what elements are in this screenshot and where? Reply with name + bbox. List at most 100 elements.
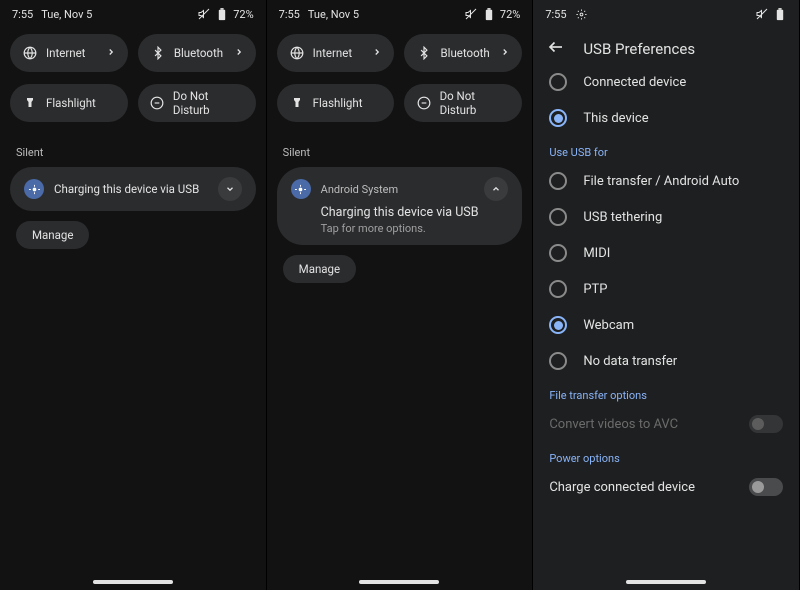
pane-notifications-collapsed: 7:55 Tue, Nov 5 72% Internet [0, 0, 267, 590]
radio-webcam[interactable]: Webcam [533, 307, 799, 343]
status-date: Tue, Nov 5 [41, 8, 92, 21]
notification-subtitle: Tap for more options. [321, 222, 509, 235]
radio-icon [549, 172, 567, 190]
chevron-right-icon [234, 46, 244, 60]
chevron-right-icon [372, 46, 382, 60]
notification-title: Charging this device via USB [321, 205, 509, 220]
radio-midi[interactable]: MIDI [533, 235, 799, 271]
qs-dnd[interactable]: Do Not Disturb [404, 84, 522, 122]
radio-this-device[interactable]: This device [533, 100, 799, 136]
section-silent: Silent [267, 128, 533, 167]
nav-pill[interactable] [93, 580, 173, 584]
radio-icon [549, 244, 567, 262]
android-system-icon [291, 179, 311, 199]
android-system-icon [24, 179, 44, 199]
qs-flashlight[interactable]: Flashlight [10, 84, 128, 122]
chevron-right-icon [106, 46, 116, 60]
page-title: USB Preferences [583, 40, 695, 58]
settings-status-icon [575, 7, 589, 21]
radio-icon [549, 73, 567, 91]
subheader-power-options: Power options [533, 442, 799, 469]
radio-label: USB tethering [583, 210, 662, 225]
status-time: 7:55 [545, 8, 566, 21]
app-bar: USB Preferences [533, 28, 799, 70]
radio-label: PTP [583, 282, 607, 297]
radio-label: MIDI [583, 246, 610, 261]
qs-bluetooth-label: Bluetooth [440, 46, 489, 60]
qs-flashlight[interactable]: Flashlight [277, 84, 395, 122]
expand-button[interactable] [218, 177, 242, 201]
convert-videos-option: Convert videos to AVC [533, 406, 799, 442]
radio-connected-device[interactable]: Connected device [533, 70, 799, 100]
qs-bluetooth[interactable]: Bluetooth [404, 34, 522, 72]
setting-label: Charge connected device [549, 480, 695, 495]
status-date: Tue, Nov 5 [308, 8, 359, 21]
flashlight-icon [289, 95, 305, 111]
status-battery: 72% [233, 8, 253, 21]
dnd-icon [416, 95, 431, 111]
status-time: 7:55 [279, 8, 300, 21]
qs-flashlight-label: Flashlight [313, 96, 363, 110]
status-bar: 7:55 Tue, Nov 5 72% [267, 0, 533, 28]
qs-row-1: Internet Bluetooth [0, 28, 266, 78]
bluetooth-icon [150, 45, 166, 61]
radio-label: No data transfer [583, 354, 677, 369]
radio-icon [549, 352, 567, 370]
radio-label: This device [583, 111, 648, 126]
qs-dnd-label: Do Not Disturb [173, 89, 244, 117]
qs-internet[interactable]: Internet [277, 34, 395, 72]
qs-bluetooth[interactable]: Bluetooth [138, 34, 256, 72]
radio-file-transfer[interactable]: File transfer / Android Auto [533, 163, 799, 199]
notification-title: Charging this device via USB [54, 182, 199, 196]
status-battery: 72% [500, 8, 520, 21]
dnd-icon [150, 95, 165, 111]
qs-dnd[interactable]: Do Not Disturb [138, 84, 256, 122]
subheader-file-transfer-options: File transfer options [533, 379, 799, 406]
radio-icon [549, 316, 567, 334]
notification-app: Android System [321, 183, 398, 196]
switch-convert-videos [749, 415, 783, 433]
mute-icon [755, 7, 769, 21]
mute-icon [197, 7, 211, 21]
bluetooth-icon [416, 45, 432, 61]
manage-button[interactable]: Manage [16, 221, 89, 249]
back-button[interactable] [547, 38, 565, 60]
charge-connected-device-option[interactable]: Charge connected device [533, 469, 799, 505]
nav-pill[interactable] [359, 580, 439, 584]
radio-no-data-transfer[interactable]: No data transfer [533, 343, 799, 379]
battery-icon [215, 7, 229, 21]
qs-row-2: Flashlight Do Not Disturb [0, 78, 266, 128]
radio-ptp[interactable]: PTP [533, 271, 799, 307]
globe-icon [22, 45, 38, 61]
qs-bluetooth-label: Bluetooth [174, 46, 223, 60]
qs-internet[interactable]: Internet [10, 34, 128, 72]
setting-label: Convert videos to AVC [549, 417, 678, 432]
usb-notification-collapsed[interactable]: Charging this device via USB [10, 167, 256, 211]
nav-pill[interactable] [626, 580, 706, 584]
radio-usb-tethering[interactable]: USB tethering [533, 199, 799, 235]
usb-notification-expanded[interactable]: Android System Charging this device via … [277, 167, 523, 245]
settings-body[interactable]: Connected device This device Use USB for… [533, 70, 799, 590]
globe-icon [289, 45, 305, 61]
qs-internet-label: Internet [313, 46, 352, 60]
flashlight-icon [22, 95, 38, 111]
radio-icon [549, 208, 567, 226]
radio-icon [549, 280, 567, 298]
chevron-right-icon [500, 46, 510, 60]
section-silent: Silent [0, 128, 266, 167]
collapse-button[interactable] [484, 177, 508, 201]
pane-notifications-expanded: 7:55 Tue, Nov 5 72% Internet [267, 0, 534, 590]
qs-row-1: Internet Bluetooth [267, 28, 533, 78]
status-bar: 7:55 [533, 0, 799, 28]
pane-usb-preferences: 7:55 USB Preferences Connected device [533, 0, 800, 590]
manage-button[interactable]: Manage [283, 255, 356, 283]
qs-dnd-label: Do Not Disturb [440, 89, 511, 117]
radio-label: Webcam [583, 318, 634, 333]
qs-flashlight-label: Flashlight [46, 96, 96, 110]
radio-icon [549, 109, 567, 127]
status-time: 7:55 [12, 8, 33, 21]
switch-charge-connected-device[interactable] [749, 478, 783, 496]
battery-icon [773, 7, 787, 21]
qs-row-2: Flashlight Do Not Disturb [267, 78, 533, 128]
subheader-use-usb-for: Use USB for [533, 136, 799, 163]
